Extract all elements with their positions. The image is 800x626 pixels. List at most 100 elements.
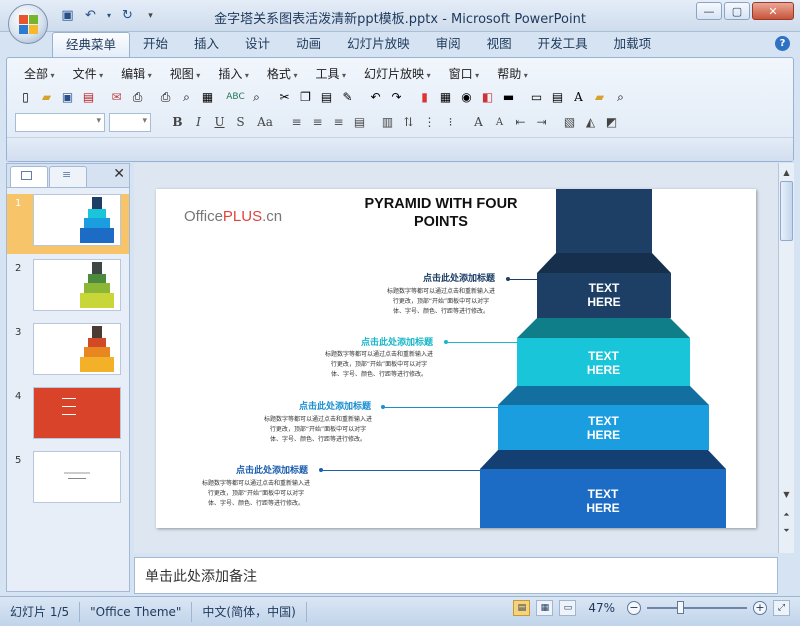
menu-view[interactable]: 视图 bbox=[161, 64, 210, 84]
insert-table-icon[interactable]: ▦ bbox=[435, 86, 456, 108]
tab-slides[interactable] bbox=[10, 166, 48, 187]
callout-body-4[interactable]: 标题数字等都可以通过点击和重新输入进 行更改，顶部“开始”面板中可以对字 体、字号、… bbox=[191, 479, 321, 509]
fit-to-window-icon[interactable]: ⤢ bbox=[773, 600, 790, 616]
theme-name[interactable]: "Office Theme" bbox=[80, 601, 193, 622]
permission-icon[interactable]: ▤ bbox=[78, 86, 99, 108]
callout-body-2[interactable]: 标题数字等都可以通过点击和重新输入进 行更改，顶部“开始”面板中可以对字 体、字号、… bbox=[314, 350, 444, 380]
pyramid-step-2[interactable]: TEXT HERE bbox=[517, 338, 690, 386]
menu-all[interactable]: 全部 bbox=[15, 64, 64, 84]
callout-body-3[interactable]: 标题数字等都可以通过点击和重新输入进 行更改，顶部“开始”面板中可以对字 体、字号、… bbox=[253, 415, 383, 445]
font-size-select[interactable] bbox=[109, 112, 151, 132]
slide-thumb-row[interactable]: 5 bbox=[7, 451, 129, 511]
text-box-icon[interactable]: A bbox=[568, 86, 589, 108]
menu-window[interactable]: 窗口 bbox=[440, 64, 489, 84]
email-icon[interactable]: ✉ bbox=[106, 86, 127, 108]
print-icon[interactable]: ⎙ bbox=[155, 86, 176, 108]
redo-icon[interactable]: ↷ bbox=[386, 86, 407, 108]
slide-layout-icon[interactable]: ▤ bbox=[547, 86, 568, 108]
pyramid-step-4[interactable]: TEXT HERE bbox=[480, 469, 726, 528]
undo-icon[interactable]: ↶ bbox=[365, 86, 386, 108]
help-icon[interactable]: ? bbox=[775, 36, 790, 51]
spelling-icon[interactable]: ABC bbox=[225, 86, 246, 108]
increase-font-icon[interactable]: A bbox=[468, 112, 489, 132]
vertical-scrollbar[interactable]: ▲ ▼ ⏶ ⏷ bbox=[778, 163, 794, 553]
menu-file[interactable]: 文件 bbox=[64, 64, 113, 84]
underline-button[interactable]: U bbox=[209, 112, 230, 132]
insert-chart-icon[interactable]: ▮ bbox=[414, 86, 435, 108]
print-preview-icon[interactable]: ⌕ bbox=[176, 86, 197, 108]
align-right-icon[interactable]: ≡ bbox=[328, 112, 349, 132]
font-name-select[interactable] bbox=[15, 112, 105, 132]
pyramid-step-1[interactable]: TEXT HERE bbox=[537, 273, 671, 318]
shape-fill-icon[interactable]: ◩ bbox=[601, 112, 622, 132]
tab-design[interactable]: 设计 bbox=[232, 32, 283, 57]
close-pane-icon[interactable]: ✕ bbox=[113, 166, 125, 182]
slide-thumbnail[interactable] bbox=[33, 194, 121, 246]
menu-tools[interactable]: 工具 bbox=[306, 64, 355, 84]
open-folder-icon[interactable]: ▰ bbox=[36, 86, 57, 108]
tab-slideshow[interactable]: 幻灯片放映 bbox=[334, 32, 423, 57]
tab-developer[interactable]: 开发工具 bbox=[525, 32, 601, 57]
tab-insert[interactable]: 插入 bbox=[181, 32, 232, 57]
zoom-slider-knob[interactable] bbox=[677, 601, 684, 614]
slide-thumbnail[interactable] bbox=[33, 259, 121, 311]
minimize-button[interactable]: — bbox=[696, 2, 722, 20]
insert-image-icon[interactable]: ◉ bbox=[456, 86, 477, 108]
columns-icon[interactable]: ▥ bbox=[377, 112, 398, 132]
arrange-icon[interactable]: ▧ bbox=[559, 112, 580, 132]
scroll-thumb[interactable] bbox=[780, 181, 793, 241]
close-button[interactable]: ✕ bbox=[752, 2, 794, 20]
slideshow-view-icon[interactable]: ▭ bbox=[559, 600, 577, 616]
maximize-button[interactable]: ▢ bbox=[724, 2, 750, 20]
numbering-icon[interactable]: ⋮ bbox=[419, 112, 440, 132]
color-grayscale-icon[interactable]: ◧ bbox=[477, 86, 498, 108]
notes-area[interactable]: 单击此处添加备注 bbox=[134, 557, 778, 594]
menu-format[interactable]: 格式 bbox=[258, 64, 307, 84]
tab-home[interactable]: 开始 bbox=[130, 32, 181, 57]
menu-insert[interactable]: 插入 bbox=[209, 64, 258, 84]
decrease-font-icon[interactable]: A bbox=[489, 112, 510, 132]
show-formatting-icon[interactable]: ▬ bbox=[498, 86, 519, 108]
office-button[interactable] bbox=[8, 4, 48, 44]
slide-thumb-row[interactable]: 3 bbox=[7, 323, 129, 383]
previous-slide-icon[interactable]: ⏶ bbox=[779, 507, 794, 522]
align-center-icon[interactable]: ≡ bbox=[307, 112, 328, 132]
slide-thumbnail[interactable] bbox=[33, 451, 121, 503]
shapes-icon[interactable]: ◭ bbox=[580, 112, 601, 132]
bullets-icon[interactable]: ⁝ bbox=[440, 112, 461, 132]
tab-addins[interactable]: 加载项 bbox=[601, 32, 665, 57]
italic-button[interactable]: I bbox=[188, 112, 209, 132]
publish-icon[interactable]: ⎙ bbox=[127, 86, 148, 108]
callout-body-1[interactable]: 标题数字等都可以通过点击和重新输入进 行更改，顶部“开始”面板中可以对字 体、字号、… bbox=[376, 287, 506, 317]
zoom-icon[interactable]: ⌕ bbox=[610, 86, 631, 108]
reference-icon[interactable]: ⌕ bbox=[246, 86, 267, 108]
format-painter-icon[interactable]: ✎ bbox=[337, 86, 358, 108]
strikethrough-button[interactable]: S bbox=[230, 112, 251, 132]
tab-outline[interactable]: ≡ bbox=[49, 166, 87, 187]
next-slide-icon[interactable]: ⏷ bbox=[779, 523, 794, 538]
pyramid-step-3[interactable]: TEXT HERE bbox=[498, 405, 709, 450]
zoom-level[interactable]: 47% bbox=[588, 601, 615, 615]
slide-thumbnail[interactable] bbox=[33, 387, 121, 439]
paste-icon[interactable]: ▤ bbox=[316, 86, 337, 108]
copy-icon[interactable]: ❐ bbox=[295, 86, 316, 108]
slide-sorter-icon[interactable]: ▦ bbox=[536, 600, 554, 616]
zoom-out-icon[interactable]: − bbox=[627, 601, 641, 615]
menu-edit[interactable]: 编辑 bbox=[112, 64, 161, 84]
menu-help[interactable]: 帮助 bbox=[488, 64, 537, 84]
tab-animations[interactable]: 动画 bbox=[283, 32, 334, 57]
scroll-down-icon[interactable]: ▼ bbox=[779, 487, 794, 502]
zoom-in-icon[interactable]: + bbox=[753, 601, 767, 615]
slide-thumb-row[interactable]: 4 bbox=[7, 387, 129, 447]
text-direction-icon[interactable]: ⇅ bbox=[398, 112, 419, 132]
normal-view-icon[interactable]: ▤ bbox=[513, 600, 531, 616]
cut-icon[interactable]: ✂ bbox=[274, 86, 295, 108]
zoom-slider[interactable] bbox=[647, 601, 747, 614]
save-icon[interactable]: ▣ bbox=[57, 86, 78, 108]
slide-title[interactable]: PYRAMID WITH FOUR POINTS bbox=[346, 195, 536, 231]
indent-decrease-icon[interactable]: ⇤ bbox=[510, 112, 531, 132]
tab-view[interactable]: 视图 bbox=[474, 32, 525, 57]
slide-canvas[interactable]: OfficePLUS.cn PYRAMID WITH FOUR POINTS T… bbox=[156, 189, 756, 528]
folder-icon[interactable]: ▰ bbox=[589, 86, 610, 108]
callout-title-3[interactable]: 点击此处添加标题 bbox=[299, 399, 371, 412]
